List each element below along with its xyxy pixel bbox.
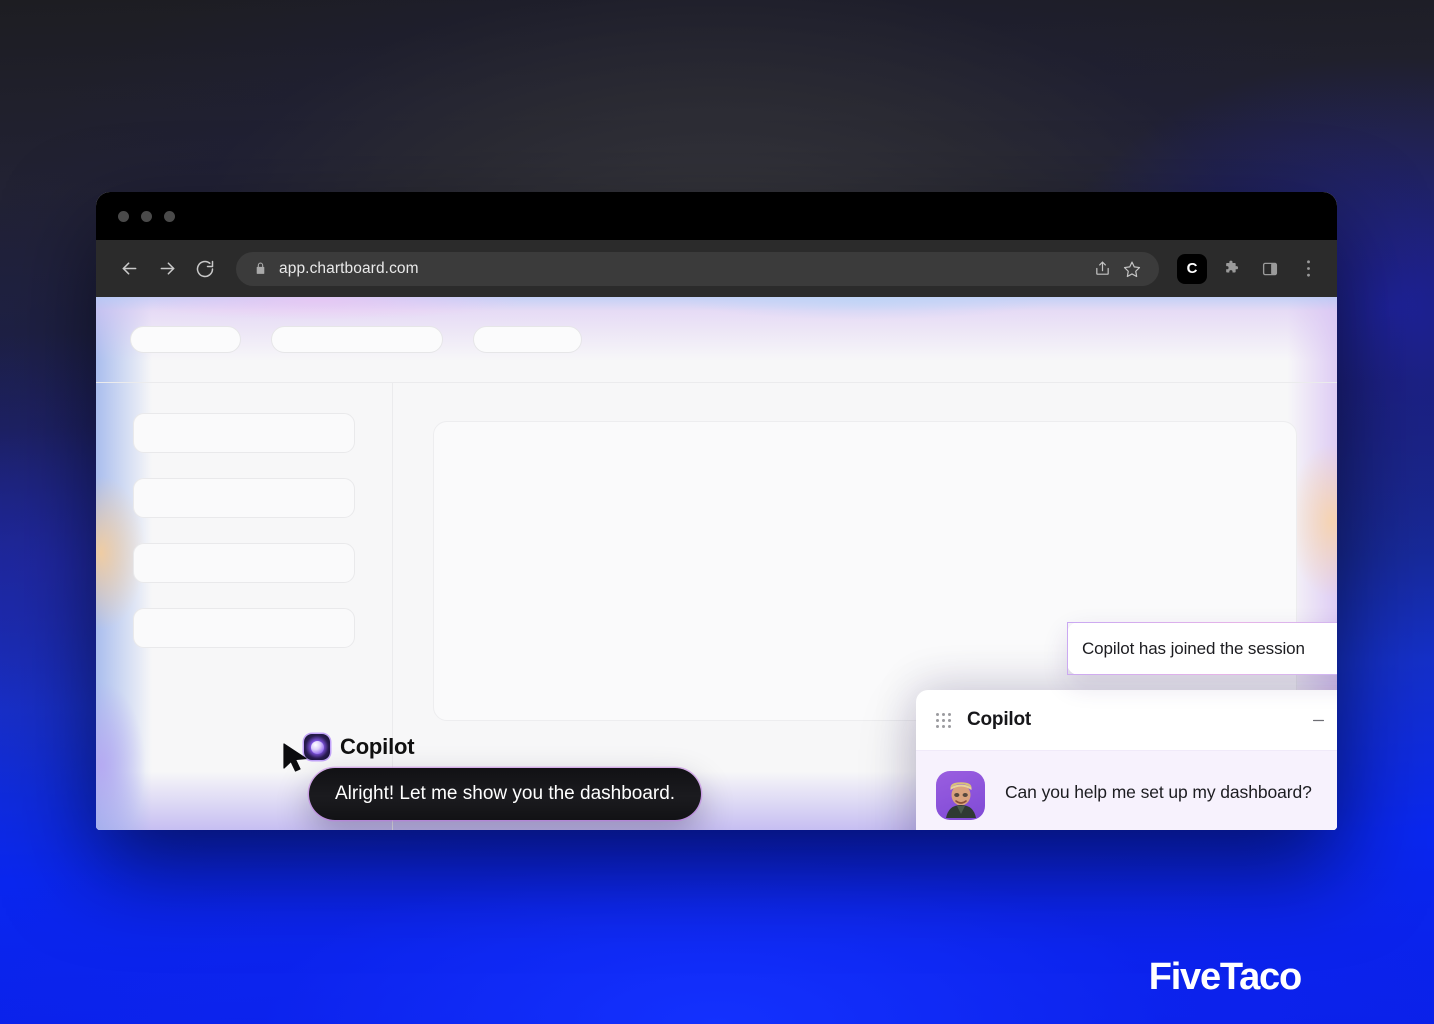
app-top-nav-skeleton <box>96 297 1337 382</box>
sidebar-row[interactable] <box>133 608 355 648</box>
copilot-callout-bubble: Alright! Let me show you the dashboard. <box>309 768 702 820</box>
copilot-cursor-icon <box>282 742 310 779</box>
copilot-cursor-name-row: Copilot <box>304 734 415 760</box>
copilot-panel-header: Copilot <box>916 690 1337 750</box>
dashboard-card-skeleton <box>433 421 1297 721</box>
extension-pinned-icon[interactable]: C <box>1177 253 1207 284</box>
browser-titlebar <box>96 192 1337 240</box>
user-photo-avatar <box>936 771 985 820</box>
sidebar-row[interactable] <box>133 478 355 518</box>
window-maximize-dot[interactable] <box>164 210 175 222</box>
nav-pill-1[interactable] <box>130 326 241 353</box>
kebab-menu-icon[interactable] <box>1293 254 1323 284</box>
copilot-joined-toast: Copilot has joined the session <box>1067 622 1337 675</box>
app-sidebar-skeleton <box>96 383 393 830</box>
nav-pill-3[interactable] <box>473 326 582 353</box>
copilot-panel-title: Copilot <box>967 709 1032 730</box>
window-close-dot[interactable] <box>118 210 129 222</box>
address-bar-url: app.chartboard.com <box>279 259 419 277</box>
sidebar-row[interactable] <box>133 543 355 583</box>
browser-toolbar: app.chartboard.com C <box>96 240 1337 297</box>
share-icon[interactable] <box>1087 254 1117 284</box>
grid-dots-icon[interactable] <box>936 712 951 728</box>
lock-icon <box>254 261 267 276</box>
side-panel-icon[interactable] <box>1255 254 1285 284</box>
address-bar[interactable]: app.chartboard.com <box>236 251 1159 286</box>
nav-pill-2[interactable] <box>271 326 443 353</box>
toast-message: Copilot has joined the session <box>1082 638 1305 658</box>
chat-message-user: Can you help me set up my dashboard? <box>916 750 1337 830</box>
web-page-content: Copilot Alright! Let me show you the das… <box>96 297 1337 830</box>
extension-label: C <box>1186 260 1198 277</box>
reload-icon[interactable] <box>188 252 222 286</box>
browser-window: app.chartboard.com C Copilot Alright! Le… <box>96 192 1337 830</box>
sidebar-row[interactable] <box>133 413 355 453</box>
chat-message-text: Can you help me set up my dashboard? <box>1005 782 1312 802</box>
minimize-icon[interactable] <box>1303 705 1333 735</box>
back-arrow-icon[interactable] <box>112 252 146 286</box>
forward-arrow-icon[interactable] <box>150 252 184 286</box>
copilot-panel: Copilot Can you help me set up my dashbo… <box>916 690 1337 830</box>
fivetaco-logo: FiveTaco <box>1148 956 1303 998</box>
copilot-cursor-callout: Copilot Alright! Let me show you the das… <box>282 734 702 820</box>
star-icon[interactable] <box>1117 254 1147 284</box>
puzzle-icon[interactable] <box>1217 254 1247 284</box>
copilot-cursor-name: Copilot <box>340 734 415 759</box>
copilot-message-list: Can you help me set up my dashboard? Sur… <box>916 750 1337 830</box>
window-minimize-dot[interactable] <box>141 210 152 222</box>
